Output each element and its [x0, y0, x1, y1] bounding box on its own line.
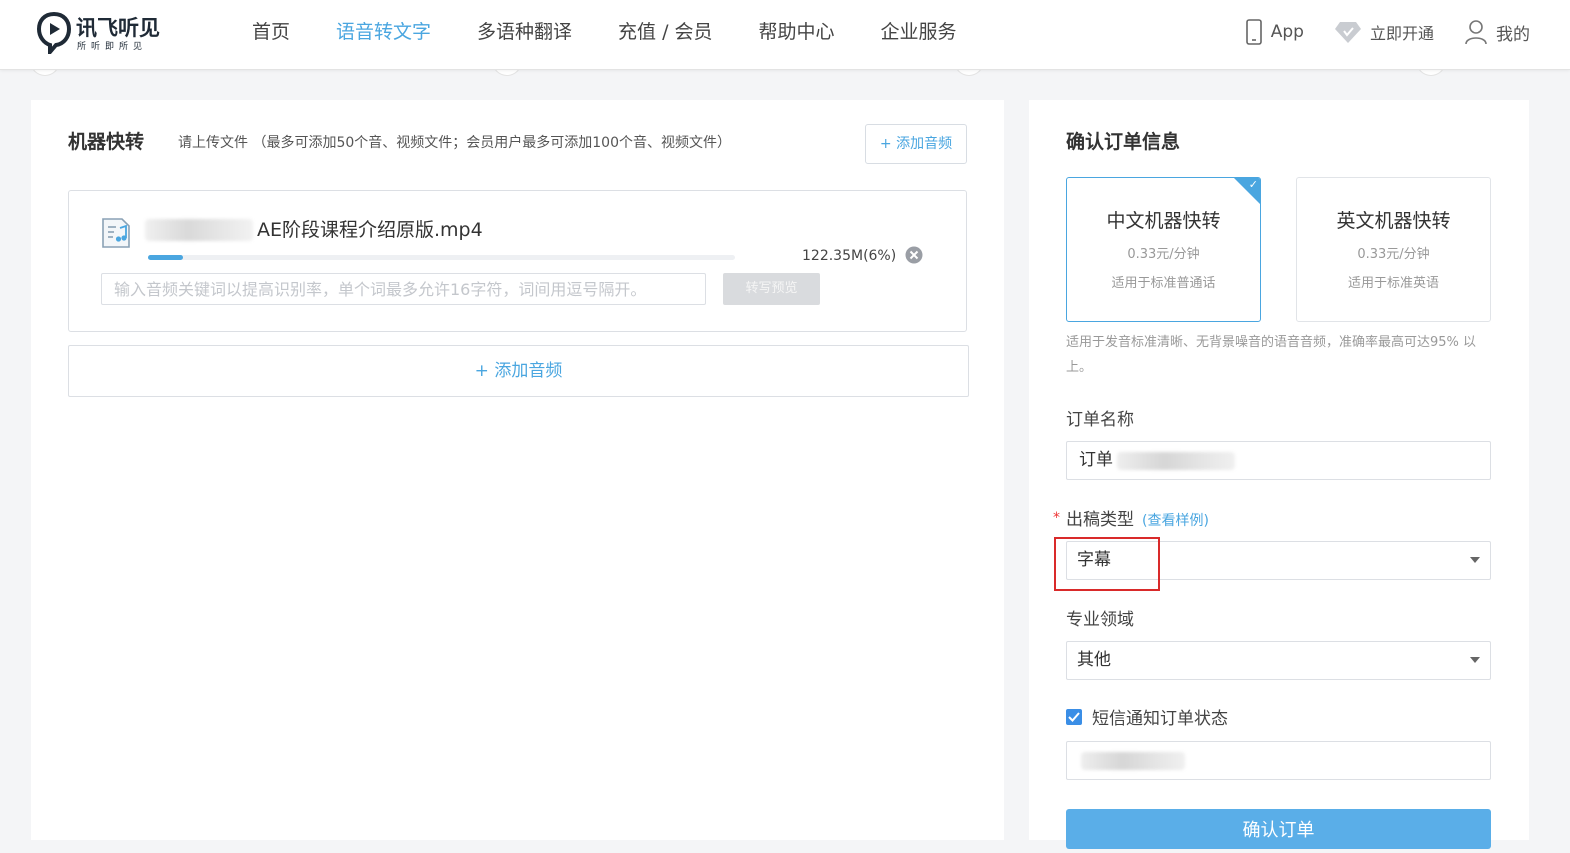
app-link[interactable]: App [1245, 19, 1304, 45]
order-panel-title: 确认订单信息 [1066, 131, 1181, 153]
nav-enterprise[interactable]: 企业服务 [881, 19, 957, 45]
service-price: 0.33元/分钟 [1127, 247, 1200, 262]
output-type-label: 出稿类型 (查看样例) [1066, 505, 1209, 530]
order-name-value: 订单 [1079, 450, 1113, 470]
check-icon [1068, 711, 1080, 722]
service-desc: 适用于标准普通话 [1111, 276, 1216, 291]
redacted-phone [1081, 752, 1185, 770]
app-label: App [1270, 22, 1304, 42]
user-icon [1465, 20, 1487, 45]
view-sample-link[interactable]: (查看样例) [1142, 513, 1209, 529]
phone-field[interactable] [1066, 741, 1491, 780]
chevron-down-icon [1470, 557, 1480, 563]
chevron-down-icon [1470, 657, 1480, 663]
redacted-file-prefix [145, 219, 253, 241]
audio-file-icon [102, 218, 130, 248]
redacted-order-name [1117, 452, 1235, 470]
file-size: 122.35M(6%) [802, 248, 897, 264]
add-audio-button-top[interactable]: + 添加音频 [865, 124, 967, 164]
upload-progress-bar [148, 255, 735, 260]
account-label: 我的 [1496, 24, 1530, 45]
vip-label: 立即开通 [1369, 24, 1434, 43]
logo[interactable]: 讯飞听见 所听即所见 [36, 10, 176, 56]
service-card-english[interactable]: 英文机器快转 0.33元/分钟 适用于标准英语 [1296, 177, 1491, 322]
remove-file-icon[interactable] [905, 246, 923, 264]
nav-translation[interactable]: 多语种翻译 [477, 19, 572, 45]
service-desc: 适用于标准英语 [1347, 276, 1439, 291]
nav-home[interactable]: 首页 [252, 19, 290, 45]
logo-tagline: 所听即所见 [77, 42, 148, 52]
account-link[interactable]: 我的 [1464, 19, 1530, 45]
upload-progress-fill [148, 255, 184, 260]
upload-hint: 请上传文件 （最多可添加50个音、视频文件；会员用户最多可添加100个音、视频文… [178, 135, 731, 151]
checkbox-checked[interactable] [1066, 708, 1082, 725]
domain-value: 其他 [1077, 650, 1111, 670]
check-icon: ✓ [1248, 178, 1258, 191]
domain-select[interactable]: 其他 [1066, 641, 1491, 680]
sms-notify-checkbox[interactable]: 短信通知订单状态 [1066, 704, 1228, 729]
keyword-input[interactable] [101, 273, 706, 305]
domain-label: 专业领域 [1066, 610, 1134, 630]
file-name: AE阶段课程介绍原版.mp4 [257, 219, 483, 241]
logo-text: 讯飞听见 [76, 16, 160, 40]
nav-recharge-membership[interactable]: 充值 / 会员 [618, 19, 712, 45]
upload-panel-title: 机器快转 [68, 131, 145, 153]
sms-notify-label: 短信通知订单状态 [1092, 709, 1228, 729]
logo-play-icon [36, 11, 72, 54]
order-panel: 确认订单信息 ✓ 中文机器快转 0.33元/分钟 适用于标准普通话 英文机器快转… [1029, 100, 1529, 849]
service-name: 中文机器快转 [1106, 210, 1221, 232]
nav-speech-to-text[interactable]: 语音转文字 [336, 19, 431, 45]
service-card-chinese[interactable]: ✓ 中文机器快转 0.33元/分钟 适用于标准普通话 [1066, 177, 1261, 322]
add-audio-button-bottom[interactable]: + 添加音频 [68, 345, 969, 397]
service-price: 0.33元/分钟 [1357, 247, 1430, 262]
service-name: 英文机器快转 [1336, 210, 1451, 232]
order-name-field[interactable]: 订单 [1066, 441, 1491, 480]
output-type-label-text: 出稿类型 [1066, 510, 1134, 530]
file-card: AE阶段课程介绍原版.mp4 122.35M(6%) 转写预览 [68, 190, 967, 332]
upload-panel: 机器快转 请上传文件 （最多可添加50个音、视频文件；会员用户最多可添加100个… [31, 100, 1004, 840]
confirm-order-button[interactable]: 确认订单 [1066, 809, 1491, 849]
required-star: * [1053, 510, 1060, 526]
top-header: 讯飞听见 所听即所见 首页 语音转文字 多语种翻译 充值 / 会员 帮助中心 企… [0, 0, 1570, 70]
phone-icon [1245, 19, 1262, 45]
order-name-label: 订单名称 [1066, 410, 1134, 430]
annotation-highlight-box [1054, 537, 1160, 591]
diamond-icon [1334, 22, 1361, 43]
main-nav: 首页 语音转文字 多语种翻译 充值 / 会员 帮助中心 企业服务 [252, 19, 1003, 45]
vip-link[interactable]: 立即开通 [1334, 20, 1434, 44]
nav-help-center[interactable]: 帮助中心 [759, 19, 835, 45]
header-actions: App 立即开通 我的 [1215, 19, 1530, 45]
transcribe-preview-button[interactable]: 转写预览 [723, 273, 820, 305]
service-note: 适用于发音标准清晰、无背景噪音的语音音频，准确率最高可达95% 以上。 [1066, 335, 1477, 375]
